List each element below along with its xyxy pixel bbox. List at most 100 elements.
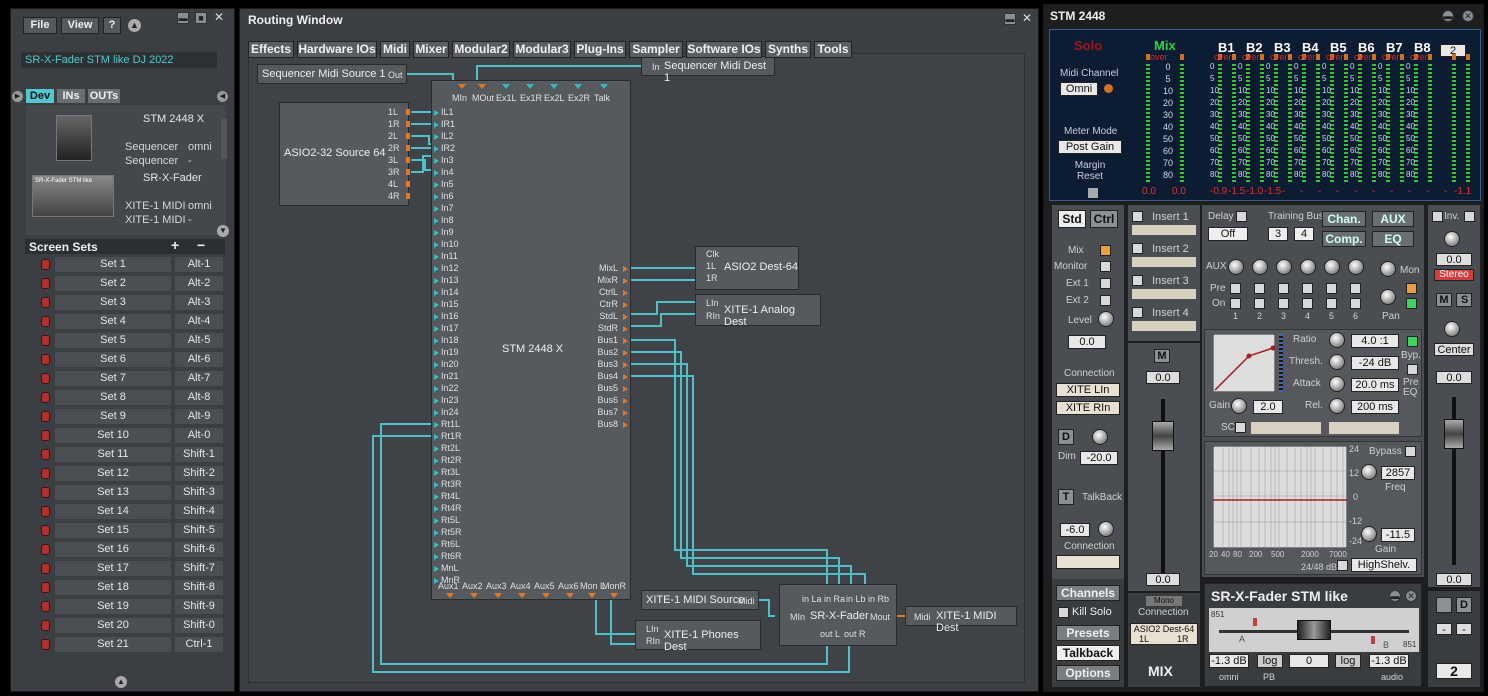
insert-slot[interactable]	[1132, 289, 1196, 299]
freq-field[interactable]: 2857	[1381, 466, 1415, 480]
node-port[interactable]: LIn	[706, 298, 719, 308]
screen-set-icon[interactable]	[41, 411, 50, 422]
ext2-source-check[interactable]	[1100, 295, 1111, 306]
screen-set-icon[interactable]	[41, 392, 50, 403]
comp-gain-field[interactable]: 2.0	[1253, 400, 1283, 414]
channels-button[interactable]: Channels	[1056, 585, 1120, 601]
node-port[interactable]: In23	[441, 395, 459, 405]
level-field[interactable]: 0.0	[1068, 335, 1106, 349]
rel-knob[interactable]	[1329, 398, 1345, 414]
device-thumb-fader[interactable]: SR-X-Fader STM like	[32, 175, 114, 217]
node-port[interactable]: LIn	[646, 624, 659, 634]
node-port[interactable]: In4	[441, 167, 454, 177]
meter-mode-field[interactable]: Post Gain	[1058, 140, 1122, 154]
tab-dev[interactable]: Dev	[26, 89, 54, 103]
node-port[interactable]: Bus2	[597, 347, 618, 357]
dim-knob[interactable]	[1092, 429, 1108, 445]
node-port[interactable]: Aux1	[438, 581, 459, 591]
eq-gain-knob[interactable]	[1361, 526, 1377, 542]
tab-synths[interactable]: Synths	[765, 41, 811, 58]
minimize-icon[interactable]: ▬	[1389, 590, 1401, 602]
node-port[interactable]: MonR	[602, 581, 626, 591]
node-port[interactable]: 3L	[388, 155, 398, 165]
sc-check[interactable]	[1235, 422, 1246, 433]
input-trim-knob[interactable]	[1444, 231, 1460, 247]
node-port[interactable]: In22	[441, 383, 459, 393]
insert-check[interactable]	[1132, 275, 1143, 286]
insert-check[interactable]	[1132, 211, 1143, 222]
node-port[interactable]: In21	[441, 371, 459, 381]
page-field[interactable]: 2	[1436, 663, 1472, 679]
screen-set-row[interactable]: Set 9 Alt-9	[39, 409, 223, 424]
screen-set-icon[interactable]	[41, 430, 50, 441]
close-icon[interactable]: ✕	[1405, 590, 1417, 602]
tab-modular2[interactable]: Modular2	[452, 41, 510, 58]
node-port[interactable]: MnL	[441, 563, 459, 573]
node-port[interactable]: In14	[441, 287, 459, 297]
dim-button[interactable]: D	[1058, 429, 1074, 445]
node-port[interactable]: Rt4L	[441, 491, 460, 501]
node-port[interactable]: IR2	[441, 143, 455, 153]
dim-field[interactable]: -20.0	[1080, 451, 1118, 465]
screen-set-row[interactable]: Set 13 Shift-3	[39, 485, 223, 500]
screen-set-row[interactable]: Set 2 Alt-2	[39, 276, 223, 291]
collapse-icon[interactable]: ▲	[128, 19, 141, 32]
node-port[interactable]: In	[652, 62, 660, 72]
ext1-source-check[interactable]	[1100, 278, 1111, 289]
out-connection-field[interactable]: ASIO2 Dest-64 1L 1R	[1130, 623, 1198, 645]
node-port[interactable]: 1L	[706, 261, 716, 271]
inv-right-check[interactable]	[1464, 211, 1475, 222]
node-port[interactable]: Rt1R	[441, 431, 462, 441]
node-port[interactable]: IR1	[441, 119, 455, 129]
stereo-field[interactable]: Stereo	[1434, 269, 1474, 281]
aux-on-check[interactable]	[1302, 298, 1313, 309]
screen-set-icon[interactable]	[41, 525, 50, 536]
aux-pre-check[interactable]	[1326, 283, 1337, 294]
insert-check[interactable]	[1132, 243, 1143, 254]
node-port[interactable]: 2R	[388, 143, 400, 153]
node-port[interactable]: Aux6	[558, 581, 579, 591]
node-port[interactable]: CtrlL	[599, 287, 618, 297]
tab-ins[interactable]: INs	[57, 89, 85, 103]
node-port[interactable]: Talk	[594, 93, 610, 103]
node-port[interactable]: CtrR	[600, 299, 619, 309]
screen-set-icon[interactable]	[41, 297, 50, 308]
connection-r-field[interactable]: XITE RIn	[1056, 401, 1120, 415]
node-port[interactable]: IL2	[441, 131, 454, 141]
node-port[interactable]: Ex1R	[520, 93, 542, 103]
node-port[interactable]: Midi	[738, 596, 755, 606]
node-port[interactable]: Bus6	[597, 395, 618, 405]
node-port[interactable]: Clk	[706, 249, 719, 259]
node-port[interactable]: Bus3	[597, 359, 618, 369]
screen-set-row[interactable]: Set 10 Alt-0	[39, 428, 223, 443]
aux-on-check[interactable]	[1326, 298, 1337, 309]
connection-l-field[interactable]: XITE LIn	[1056, 383, 1120, 397]
aux-pre-check[interactable]	[1278, 283, 1289, 294]
ratio-knob[interactable]	[1329, 332, 1345, 348]
node-port[interactable]: RIn	[646, 636, 660, 646]
screen-set-icon[interactable]	[41, 487, 50, 498]
node-port[interactable]: in Ra	[824, 594, 845, 604]
device-midi-value[interactable]: omni	[188, 200, 212, 212]
freq-knob[interactable]	[1361, 464, 1377, 480]
routing-canvas[interactable]: Sequencer Midi Source 1 Out In Sequencer…	[248, 53, 1025, 683]
node-port[interactable]: Bus8	[597, 419, 618, 429]
node-port[interactable]: MIn	[452, 93, 467, 103]
node-port[interactable]: out L	[820, 629, 840, 639]
screen-set-icon[interactable]	[41, 620, 50, 631]
node-port[interactable]: in Lb	[846, 594, 866, 604]
mix-source-check[interactable]	[1100, 245, 1111, 256]
node-port[interactable]: In10	[441, 239, 459, 249]
center-field[interactable]: Center	[1434, 343, 1474, 356]
prev-device-icon[interactable]: ▶	[12, 91, 23, 102]
monitor-source-check[interactable]	[1100, 261, 1111, 272]
minimize-icon[interactable]: ▬	[1004, 13, 1016, 25]
screen-set-icon[interactable]	[41, 563, 50, 574]
seq-midi-source-node[interactable]: Sequencer Midi Source 1 Out	[257, 64, 407, 84]
node-port[interactable]: Rt1L	[441, 419, 460, 429]
node-port[interactable]: Rt5L	[441, 515, 460, 525]
node-port[interactable]: Aux3	[486, 581, 507, 591]
screen-set-icon[interactable]	[41, 278, 50, 289]
screen-set-row[interactable]: Set 19 Shift-9	[39, 599, 223, 614]
expand-icon[interactable]: ▼	[217, 225, 229, 237]
